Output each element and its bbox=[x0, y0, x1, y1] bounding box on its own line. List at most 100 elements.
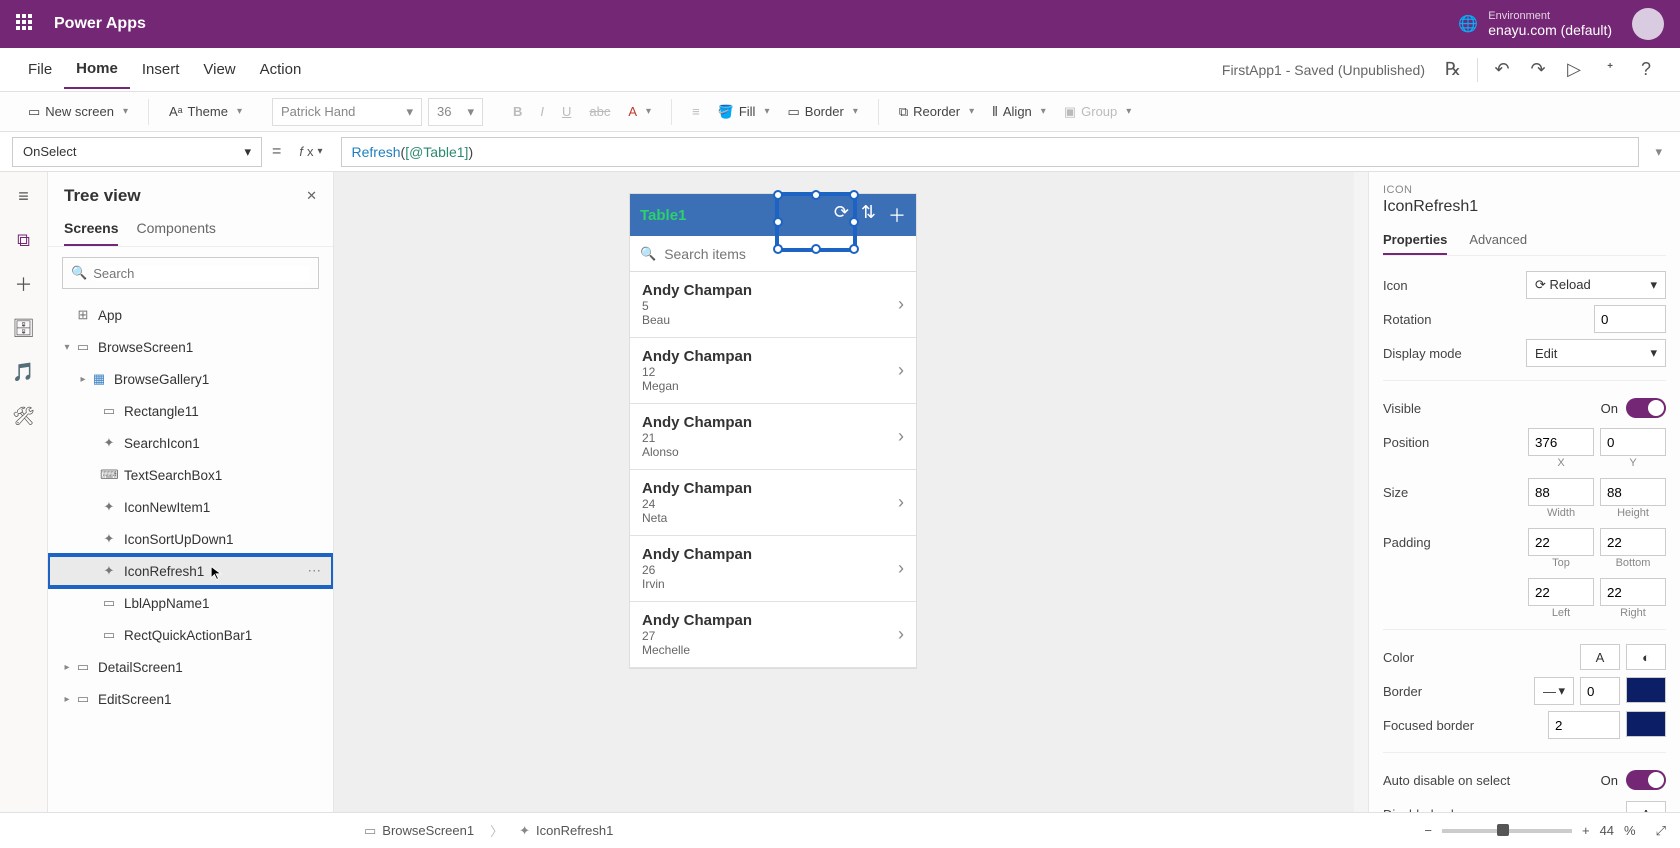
font-color-button[interactable]: A bbox=[622, 100, 657, 123]
insert-icon[interactable]: ＋ bbox=[12, 272, 36, 296]
breadcrumb-element[interactable]: ✦IconRefresh1 bbox=[511, 819, 621, 843]
color-swatch[interactable]: ◐ bbox=[1626, 644, 1666, 670]
app-launcher-icon[interactable] bbox=[16, 14, 36, 34]
tree-node-app[interactable]: ⊞App bbox=[48, 299, 333, 331]
share-icon[interactable]: ᕀ bbox=[1592, 52, 1628, 88]
tree-node-searchicon1[interactable]: ✦SearchIcon1 bbox=[48, 427, 333, 459]
close-icon[interactable]: ✕ bbox=[306, 188, 317, 204]
displaymode-select[interactable]: Edit▾ bbox=[1526, 339, 1666, 367]
tools-icon[interactable]: 🛠 bbox=[12, 404, 36, 428]
menu-home[interactable]: Home bbox=[64, 50, 130, 89]
pos-x-input[interactable] bbox=[1528, 428, 1594, 456]
bold-button[interactable]: B bbox=[507, 100, 528, 123]
strike-button[interactable]: abc bbox=[583, 100, 616, 123]
tree-search[interactable]: 🔍 bbox=[62, 257, 319, 289]
play-icon[interactable]: ▷ bbox=[1556, 52, 1592, 88]
color-text-swatch[interactable]: A bbox=[1580, 644, 1620, 670]
canvas[interactable]: Table1 ⟳ ⇅ ＋ 🔍 Andy Champan5Beau›Andy Ch… bbox=[334, 172, 1368, 812]
help-icon[interactable]: ? bbox=[1628, 52, 1664, 88]
more-icon[interactable]: ⋯ bbox=[308, 563, 322, 579]
pad-right-input[interactable] bbox=[1600, 578, 1666, 606]
fx-icon[interactable]: fx ▾ bbox=[291, 144, 330, 159]
fborder-color-swatch[interactable] bbox=[1626, 711, 1666, 737]
tab-components[interactable]: Components bbox=[136, 212, 215, 246]
font-select[interactable]: Patrick Hand▾ bbox=[272, 98, 422, 126]
pad-top-input[interactable] bbox=[1528, 528, 1594, 556]
group-button[interactable]: ▣ Group bbox=[1058, 100, 1137, 124]
autodisable-toggle[interactable] bbox=[1626, 770, 1666, 790]
tab-advanced[interactable]: Advanced bbox=[1469, 226, 1527, 255]
italic-button[interactable]: I bbox=[534, 100, 550, 123]
icon-select[interactable]: ⟳ Reload▾ bbox=[1526, 271, 1666, 299]
border-style-select[interactable]: —▾ bbox=[1534, 677, 1574, 705]
redo-icon[interactable]: ↷ bbox=[1520, 52, 1556, 88]
tree-node-iconsortupdown1[interactable]: ✦IconSortUpDown1 bbox=[48, 523, 333, 555]
formula-expand-icon[interactable]: ▾ bbox=[1649, 144, 1668, 160]
pad-bottom-input[interactable] bbox=[1600, 528, 1666, 556]
tree-node-detailscreen1[interactable]: ▸▭DetailScreen1 bbox=[48, 651, 333, 683]
media-icon[interactable]: 🎵 bbox=[12, 360, 36, 384]
list-item[interactable]: Andy Champan26Irvin› bbox=[630, 536, 916, 602]
list-item[interactable]: Andy Champan24Neta› bbox=[630, 470, 916, 536]
pos-y-input[interactable] bbox=[1600, 428, 1666, 456]
disabled-color-swatch[interactable]: A bbox=[1626, 801, 1666, 812]
align-text-button[interactable]: ≡ bbox=[686, 100, 706, 123]
environment-picker[interactable]: 🌐 Environment enayu.com (default) bbox=[1458, 10, 1612, 38]
user-avatar[interactable] bbox=[1632, 8, 1664, 40]
list-item[interactable]: Andy Champan21Alonso› bbox=[630, 404, 916, 470]
list-item[interactable]: Andy Champan12Megan› bbox=[630, 338, 916, 404]
tree-node-iconnewitem1[interactable]: ✦IconNewItem1 bbox=[48, 491, 333, 523]
sort-icon[interactable]: ⇅ bbox=[861, 202, 876, 228]
tree-node-lblappname1[interactable]: ▭LblAppName1 bbox=[48, 587, 333, 619]
tab-properties[interactable]: Properties bbox=[1383, 226, 1447, 255]
tree-node-editscreen1[interactable]: ▸▭EditScreen1 bbox=[48, 683, 333, 715]
align-button[interactable]: ⦀ Align bbox=[986, 100, 1052, 124]
hamburger-icon[interactable]: ≡ bbox=[12, 184, 36, 208]
menu-action[interactable]: Action bbox=[248, 51, 314, 88]
underline-button[interactable]: U bbox=[556, 100, 577, 123]
menu-file[interactable]: File bbox=[16, 51, 64, 88]
height-input[interactable] bbox=[1600, 478, 1666, 506]
zoom-out-icon[interactable]: − bbox=[1424, 823, 1432, 838]
tree-node-iconrefresh1[interactable]: ✦IconRefresh1⋯ bbox=[48, 555, 333, 587]
data-icon[interactable]: 🗄 bbox=[12, 316, 36, 340]
refresh-icon[interactable]: ⟳ bbox=[834, 202, 849, 228]
undo-icon[interactable]: ↶ bbox=[1484, 52, 1520, 88]
reorder-button[interactable]: ⧉ Reorder bbox=[893, 100, 980, 124]
border-width-input[interactable] bbox=[1580, 677, 1620, 705]
add-icon[interactable]: ＋ bbox=[888, 202, 906, 228]
font-size-select[interactable]: 36▾ bbox=[428, 98, 483, 126]
theme-button[interactable]: Aᵃ Theme bbox=[163, 100, 248, 123]
breadcrumb-screen[interactable]: ▭BrowseScreen1 bbox=[356, 819, 482, 843]
formula-input[interactable]: Refresh([@Table1]) bbox=[341, 137, 1640, 167]
width-input[interactable] bbox=[1528, 478, 1594, 506]
new-screen-button[interactable]: ▭ New screen bbox=[22, 100, 134, 124]
list-item[interactable]: Andy Champan5Beau› bbox=[630, 272, 916, 338]
tree-view-icon[interactable]: ⧉ bbox=[12, 228, 36, 252]
list-item[interactable]: Andy Champan27Mechelle› bbox=[630, 602, 916, 668]
zoom-slider[interactable] bbox=[1442, 829, 1572, 833]
zoom-in-icon[interactable]: + bbox=[1582, 823, 1590, 838]
tree-node-textsearchbox1[interactable]: ⌨TextSearchBox1 bbox=[48, 459, 333, 491]
property-selector[interactable]: OnSelect▾ bbox=[12, 137, 262, 167]
tree-node-browsescreen[interactable]: ▾▭BrowseScreen1 bbox=[48, 331, 333, 363]
fill-button[interactable]: 🪣 Fill bbox=[712, 100, 776, 124]
app-search-input[interactable] bbox=[664, 246, 906, 262]
tree-node-browsegallery[interactable]: ▸▦BrowseGallery1 bbox=[48, 363, 333, 395]
tree-search-input[interactable] bbox=[93, 266, 310, 281]
fit-screen-icon[interactable]: ⤢ bbox=[1656, 823, 1666, 839]
canvas-scrollbar[interactable] bbox=[1354, 172, 1368, 812]
menu-insert[interactable]: Insert bbox=[130, 51, 192, 88]
visible-toggle[interactable] bbox=[1626, 398, 1666, 418]
pad-left-input[interactable] bbox=[1528, 578, 1594, 606]
tab-screens[interactable]: Screens bbox=[64, 212, 118, 246]
app-search-row[interactable]: 🔍 bbox=[630, 236, 916, 272]
tree-node-rectquickactionbar1[interactable]: ▭RectQuickActionBar1 bbox=[48, 619, 333, 651]
rotation-input[interactable] bbox=[1594, 305, 1666, 333]
app-checker-icon[interactable]: ℞ bbox=[1435, 52, 1471, 88]
border-color-swatch[interactable] bbox=[1626, 677, 1666, 703]
fborder-width-input[interactable] bbox=[1548, 711, 1620, 739]
tree-node-rectangle11[interactable]: ▭Rectangle11 bbox=[48, 395, 333, 427]
menu-view[interactable]: View bbox=[191, 51, 247, 88]
border-button[interactable]: ▭ Border bbox=[781, 100, 863, 124]
